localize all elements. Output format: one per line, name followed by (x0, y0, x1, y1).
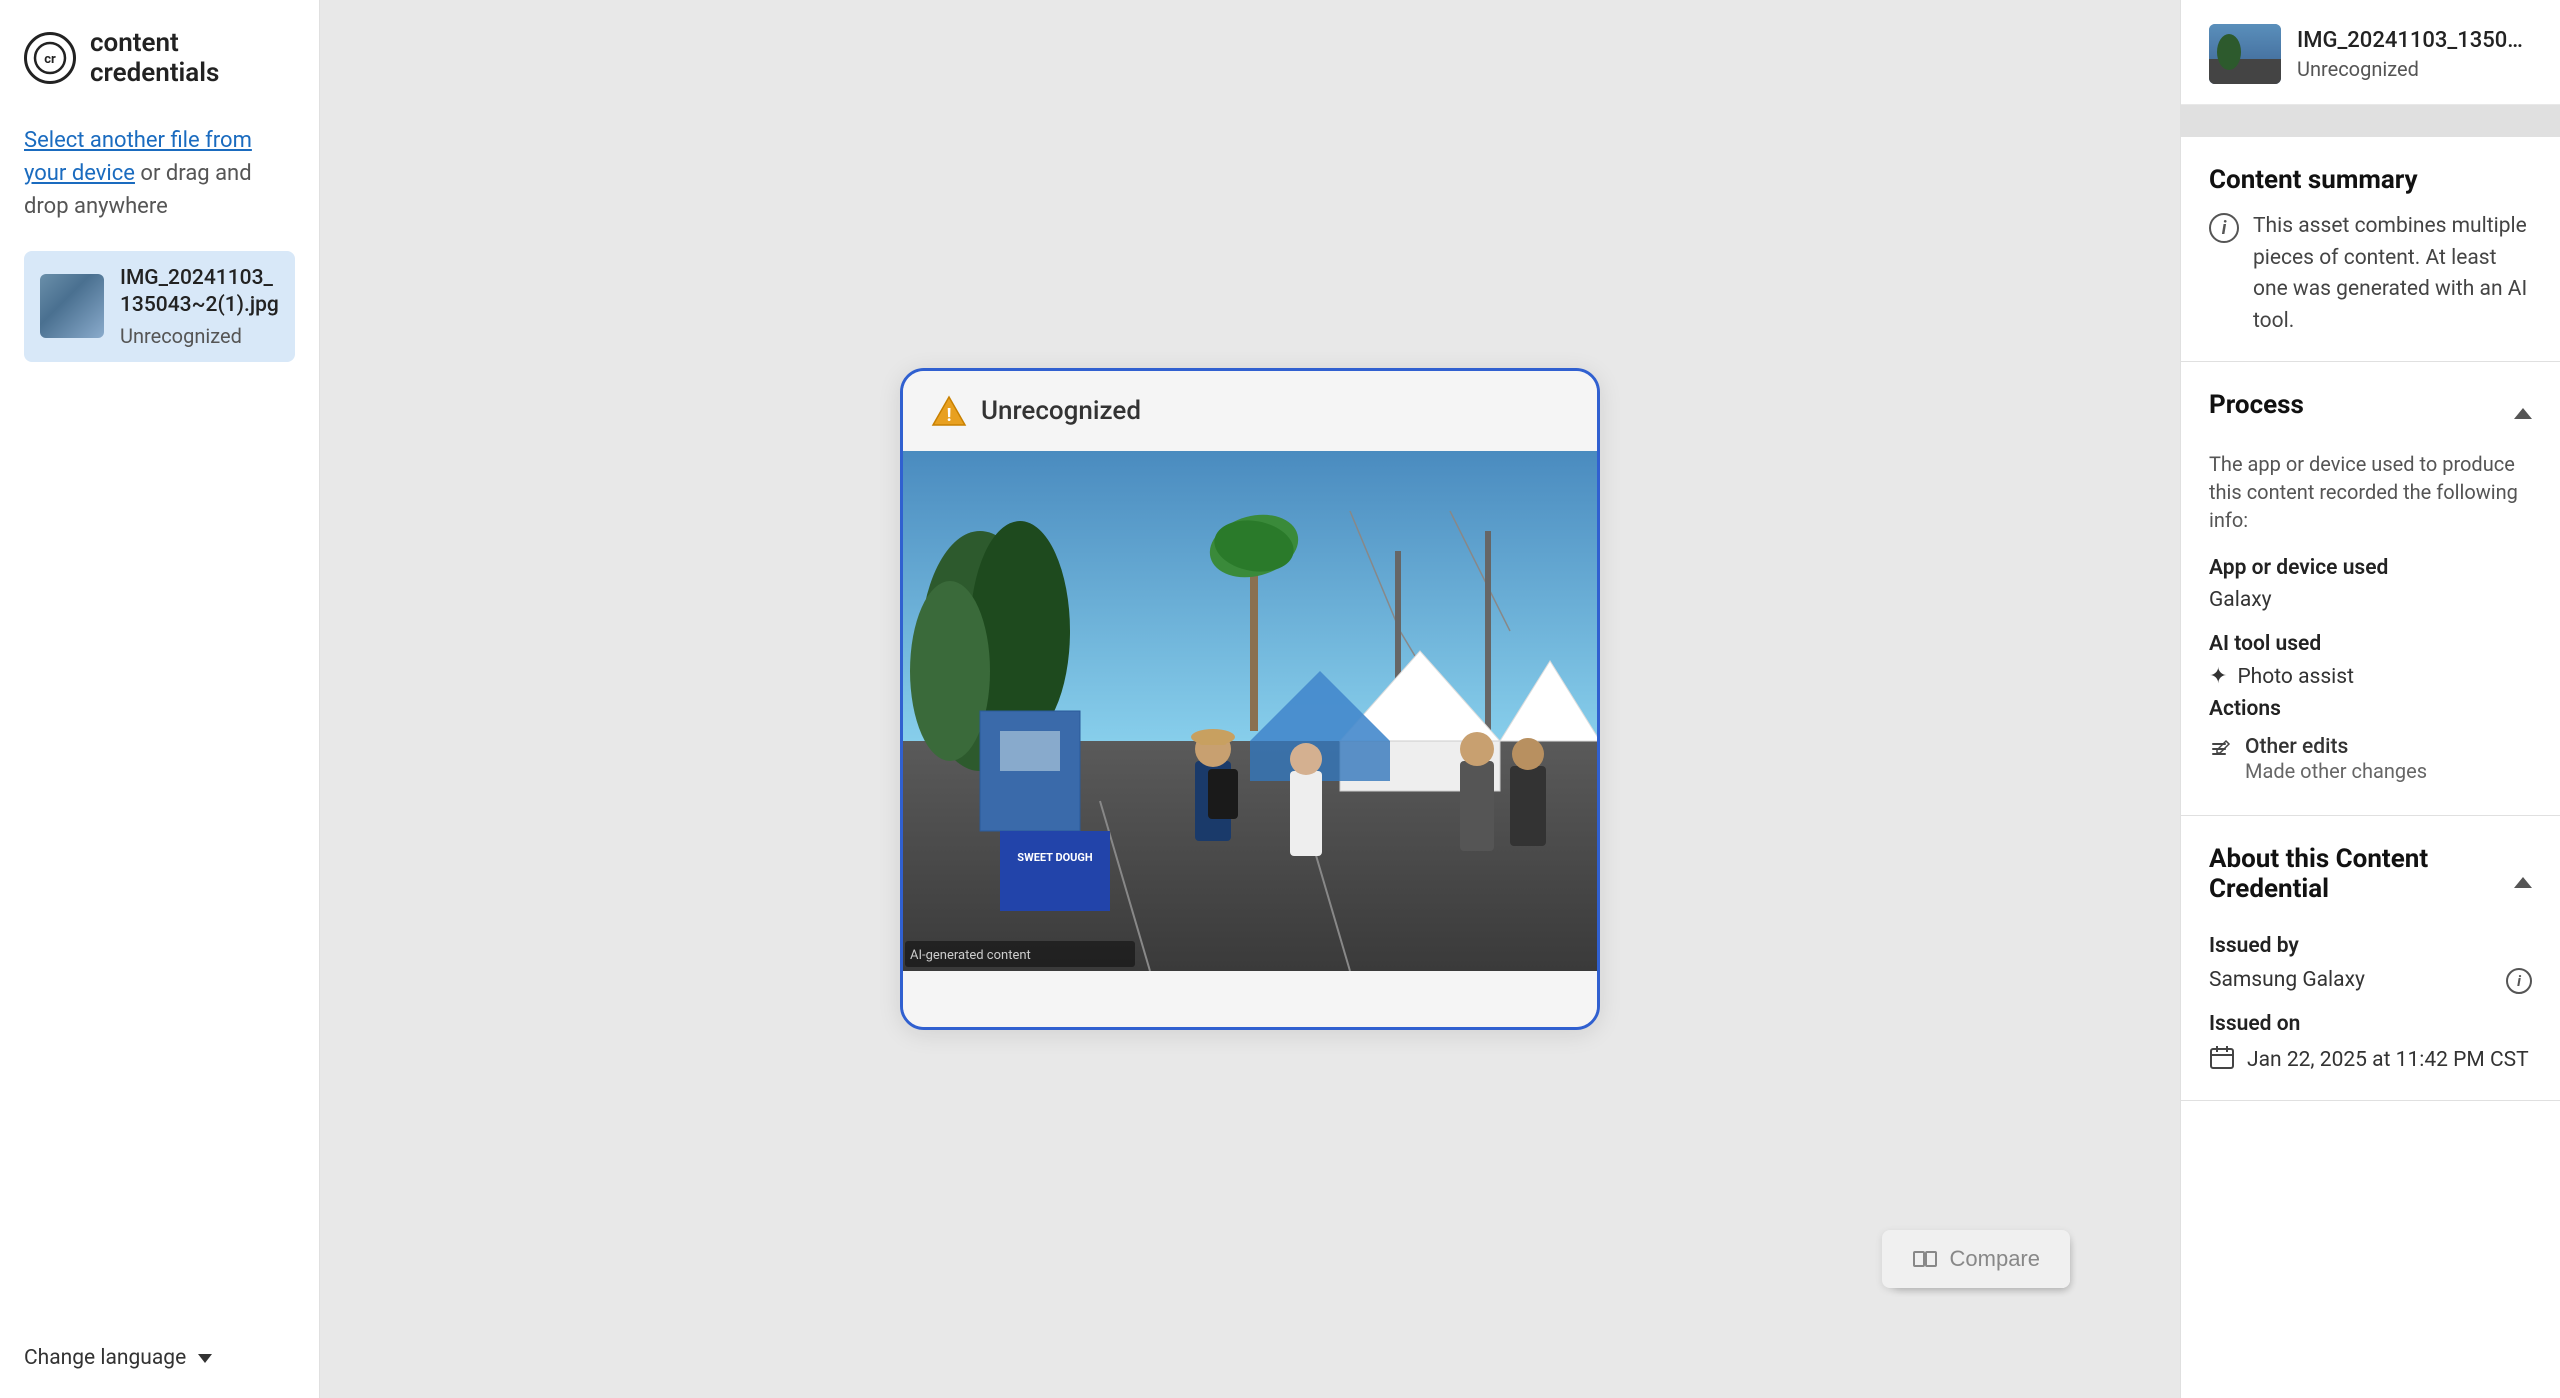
image-card-footer (903, 971, 1597, 1027)
action-desc: Made other changes (2245, 759, 2427, 783)
ai-tool-label: AI tool used (2209, 632, 2532, 656)
compare-button[interactable]: Compare (1882, 1230, 2070, 1288)
issued-date-value: Jan 22, 2025 at 11:42 PM CST (2247, 1048, 2529, 1072)
about-title: About this Content Credential (2209, 844, 2514, 904)
panel-thumbnail (2209, 24, 2281, 84)
svg-text:!: ! (947, 405, 952, 426)
panel-scroll-area (2181, 105, 2560, 137)
unrecognized-label: Unrecognized (981, 396, 1141, 426)
issued-date-row: Jan 22, 2025 at 11:42 PM CST (2209, 1044, 2532, 1076)
chevron-down-icon (198, 1354, 212, 1363)
image-area: SWEET DOUGH AI-genera (903, 451, 1597, 971)
process-desc: The app or device used to produce this c… (2209, 450, 2532, 534)
sidebar: cr content credentials Select another fi… (0, 0, 320, 1398)
image-scene-svg: SWEET DOUGH AI-genera (903, 451, 1597, 971)
panel-file-status: Unrecognized (2297, 57, 2532, 81)
issued-by-label: Issued by (2209, 934, 2532, 958)
file-thumbnail (40, 274, 104, 338)
action-item: Other edits Made other changes (2209, 735, 2532, 783)
logo-icon: cr (24, 32, 76, 84)
right-panel: IMG_20241103_13504... Unrecognized Conte… (2180, 0, 2560, 1398)
actions-title: Actions (2209, 697, 2532, 721)
panel-header: IMG_20241103_13504... Unrecognized (2181, 0, 2560, 105)
about-section: About this Content Credential Issued by … (2181, 816, 2560, 1101)
main-content: ! Unrecognized (320, 0, 2180, 1398)
calendar-icon (2209, 1044, 2235, 1076)
image-card-header: ! Unrecognized (903, 371, 1597, 451)
issued-info-icon[interactable]: i (2506, 968, 2532, 994)
issued-on-section: Issued on Jan 22, 2025 at 11:42 PM CST (2209, 1012, 2532, 1076)
file-info: IMG_20241103_135043~2(1).jpg Unrecognize… (120, 265, 279, 348)
app-device-value: Galaxy (2209, 588, 2532, 612)
panel-file-name: IMG_20241103_13504... (2297, 28, 2532, 53)
file-item[interactable]: IMG_20241103_135043~2(1).jpg Unrecognize… (24, 251, 295, 362)
logo: cr content credentials (24, 28, 295, 88)
svg-text:cr: cr (44, 52, 56, 67)
ai-tool-name: Photo assist (2237, 665, 2354, 689)
actions-section: Actions Other edits Made other changes (2209, 697, 2532, 783)
svg-text:AI-generated content: AI-generated content (910, 948, 1031, 963)
summary-info: i This asset combines multiple pieces of… (2209, 211, 2532, 337)
file-status: Unrecognized (120, 324, 279, 348)
action-name: Other edits (2245, 735, 2427, 759)
issued-by-value: Samsung Galaxy (2209, 968, 2365, 992)
change-language-button[interactable]: Change language (24, 1346, 295, 1370)
content-summary-title: Content summary (2209, 165, 2532, 195)
action-info: Other edits Made other changes (2245, 735, 2427, 783)
svg-text:SWEET DOUGH: SWEET DOUGH (1017, 851, 1093, 864)
process-section: Process The app or device used to produc… (2181, 362, 2560, 816)
compare-icon (1912, 1246, 1938, 1272)
ai-tool-row: ✦ Photo assist (2209, 664, 2532, 689)
about-header-row: About this Content Credential (2209, 844, 2532, 920)
app-device-label: App or device used (2209, 556, 2532, 580)
panel-file-info: IMG_20241103_13504... Unrecognized (2297, 28, 2532, 81)
process-chevron-icon[interactable] (2514, 408, 2532, 419)
image-card: ! Unrecognized (900, 368, 1600, 1030)
about-chevron-icon[interactable] (2514, 877, 2532, 888)
warning-icon: ! (931, 393, 967, 429)
logo-text: content credentials (90, 28, 295, 88)
issued-on-label: Issued on (2209, 1012, 2532, 1036)
summary-text: This asset combines multiple pieces of c… (2253, 211, 2532, 337)
file-name: IMG_20241103_135043~2(1).jpg (120, 265, 279, 320)
select-file-text: Select another file from your device or … (24, 124, 295, 223)
info-icon: i (2209, 213, 2239, 243)
process-title: Process (2209, 390, 2304, 420)
edit-icon (2209, 737, 2233, 767)
issued-by-row: Samsung Galaxy i (2209, 966, 2532, 994)
content-summary-section: Content summary i This asset combines mu… (2181, 137, 2560, 362)
sparkle-icon: ✦ (2209, 664, 2227, 689)
process-header-row: Process (2209, 390, 2532, 436)
sidebar-bottom: Change language (24, 1346, 295, 1370)
